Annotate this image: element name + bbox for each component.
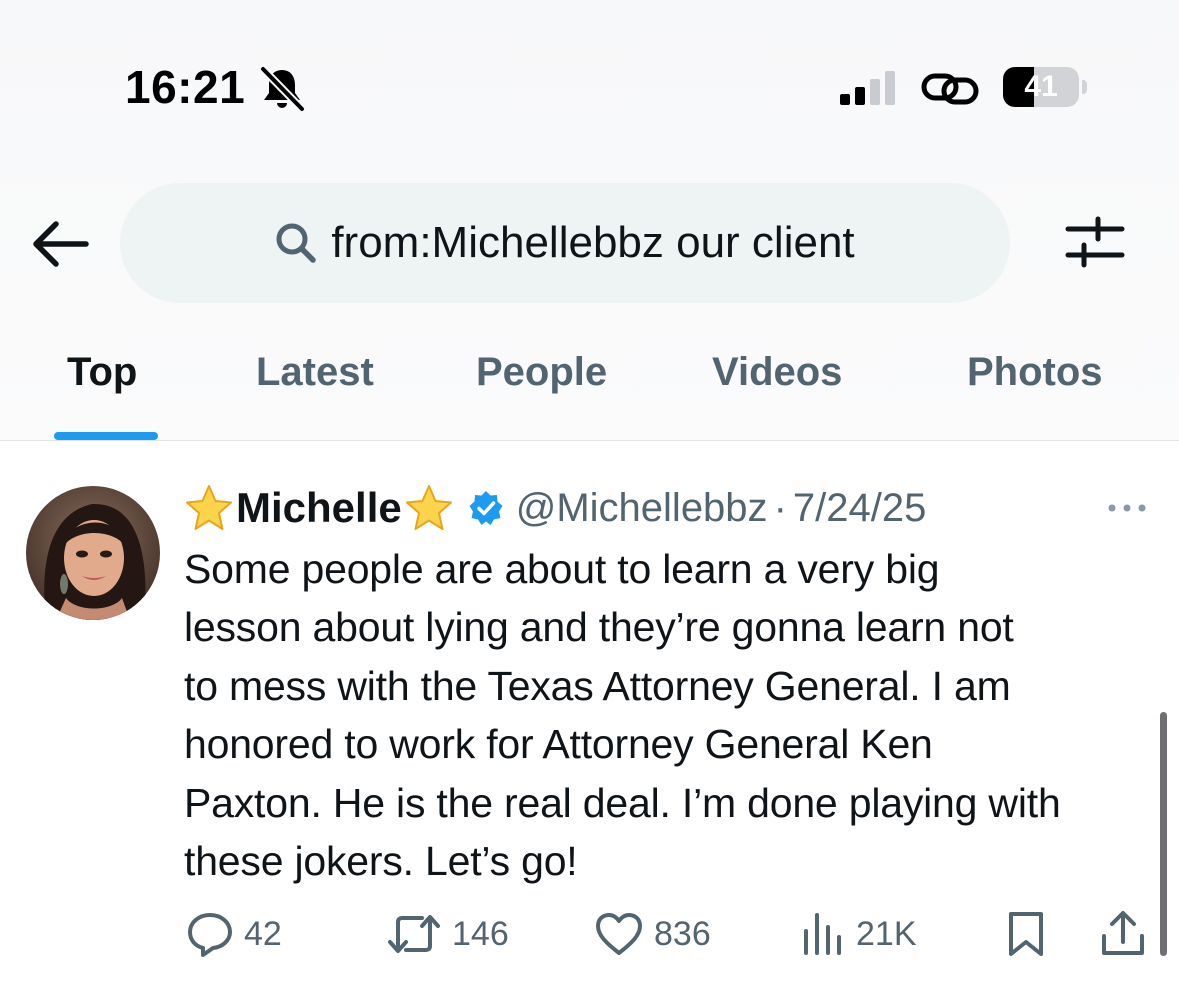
tabs-divider: [0, 440, 1179, 441]
more-options-icon[interactable]: [1102, 496, 1152, 520]
status-time: 16:21: [125, 61, 246, 113]
tweet-date[interactable]: 7/24/25: [793, 486, 926, 531]
battery-body: 41: [1003, 67, 1079, 107]
tweet-text-line: Paxton. He is the real deal. I’m done pl…: [184, 779, 1061, 826]
tweet-text-line: lesson about lying and they’re gonna lea…: [184, 604, 1014, 651]
reply-count: 42: [244, 914, 282, 953]
search-input[interactable]: from:Michellebbz our client: [120, 183, 1010, 303]
meta-separator: ·: [773, 485, 787, 530]
tab-people[interactable]: People: [476, 350, 607, 395]
tweet-text-line: to mess with the Texas Attorney General.…: [184, 662, 1011, 709]
share-icon[interactable]: [1100, 908, 1146, 958]
bell-slash-icon: [260, 66, 305, 112]
tab-latest[interactable]: Latest: [256, 350, 374, 395]
tweet-handle[interactable]: @Michellebbz: [516, 486, 768, 531]
active-tab-indicator: [54, 432, 158, 440]
tweet-text: Some people are about to learn a very bi…: [184, 540, 1159, 890]
screen: 16:21 41 from:Michellebbz our client Top…: [0, 0, 1179, 999]
reply-button[interactable]: 42: [186, 906, 282, 962]
tweet-text-line: honored to work for Attorney General Ken: [184, 721, 933, 768]
battery-level: 41: [1024, 70, 1058, 103]
battery-tip: [1082, 80, 1087, 94]
battery-icon: 41: [1003, 67, 1087, 109]
heart-icon: [596, 913, 642, 955]
bookmark-icon[interactable]: [1006, 910, 1046, 958]
tweet-header: Michelle @Michellebbz · 7/24/25: [184, 478, 926, 538]
star-emoji-icon: [186, 485, 232, 530]
tab-videos[interactable]: Videos: [712, 350, 842, 395]
filter-sliders-icon[interactable]: [1062, 215, 1126, 271]
back-arrow-icon[interactable]: [30, 216, 92, 272]
avatar[interactable]: [26, 486, 160, 620]
like-count: 836: [654, 914, 711, 953]
scrollbar[interactable]: [1160, 712, 1167, 956]
tab-photos[interactable]: Photos: [967, 350, 1103, 395]
tweet-text-line: these jokers. Let’s go!: [184, 838, 578, 885]
like-button[interactable]: 836: [594, 906, 711, 962]
verified-badge-icon[interactable]: [468, 490, 504, 526]
star-emoji-icon: [405, 485, 452, 530]
display-name[interactable]: Michelle: [236, 484, 402, 532]
link-icon: [921, 73, 979, 105]
search-icon: [276, 223, 317, 263]
views-chart-icon: [804, 913, 841, 955]
repost-icon: [388, 915, 440, 953]
reply-icon: [188, 913, 232, 957]
tab-top[interactable]: Top: [67, 350, 137, 395]
search-query: from:Michellebbz our client: [331, 218, 855, 267]
views-button[interactable]: 21K: [800, 906, 917, 962]
tweet-text-line: Some people are about to learn a very bi…: [184, 546, 940, 592]
repost-button[interactable]: 146: [386, 906, 509, 962]
views-count: 21K: [856, 914, 917, 953]
signal-icon: [840, 71, 895, 105]
repost-count: 146: [452, 914, 509, 953]
